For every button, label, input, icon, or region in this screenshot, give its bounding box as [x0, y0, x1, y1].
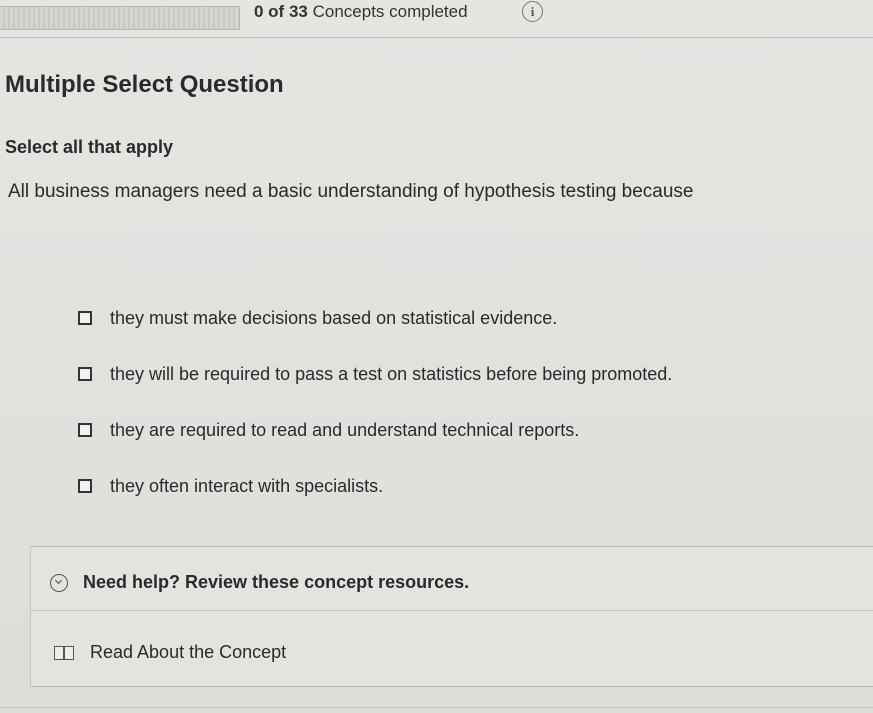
progress-count: 0 of 33	[254, 2, 308, 21]
answer-option-3[interactable]: they are required to read and understand…	[78, 402, 672, 458]
checkbox[interactable]	[78, 311, 92, 325]
answer-option-1[interactable]: they must make decisions based on statis…	[78, 290, 672, 346]
answer-option-label: they are required to read and understand…	[110, 419, 580, 440]
progress-label: Concepts completed	[312, 2, 468, 21]
answer-option-label: they often interact with specialists.	[110, 475, 384, 496]
progress-bar	[0, 6, 240, 30]
footer-divider	[0, 707, 873, 708]
resource-label: Read About the Concept	[90, 642, 287, 662]
checkbox[interactable]	[78, 423, 92, 437]
chevron-down-icon	[50, 573, 68, 592]
help-title: Need help? Review these concept resource…	[83, 572, 470, 592]
help-toggle-button[interactable]: Need help? Review these concept resource…	[50, 572, 469, 593]
answer-options: they must make decisions based on statis…	[78, 290, 672, 514]
book-icon	[54, 645, 74, 660]
question-prompt: All business managers need a basic under…	[8, 181, 694, 202]
info-icon[interactable]: i	[522, 1, 543, 22]
read-about-concept-link[interactable]: Read About the Concept	[54, 642, 286, 663]
help-resources-panel: Need help? Review these concept resource…	[30, 546, 873, 687]
answer-option-4[interactable]: they often interact with specialists.	[78, 458, 672, 514]
answer-option-2[interactable]: they will be required to pass a test on …	[78, 346, 672, 402]
help-divider	[31, 610, 873, 611]
checkbox[interactable]	[78, 367, 92, 381]
answer-option-label: they must make decisions based on statis…	[110, 307, 558, 328]
progress-status: 0 of 33 Concepts completed	[254, 2, 468, 22]
question-type-title: Multiple Select Question	[5, 71, 284, 98]
question-instruction: Select all that apply	[5, 137, 174, 157]
header-divider	[0, 37, 873, 38]
checkbox[interactable]	[78, 479, 92, 493]
answer-option-label: they will be required to pass a test on …	[110, 363, 673, 384]
